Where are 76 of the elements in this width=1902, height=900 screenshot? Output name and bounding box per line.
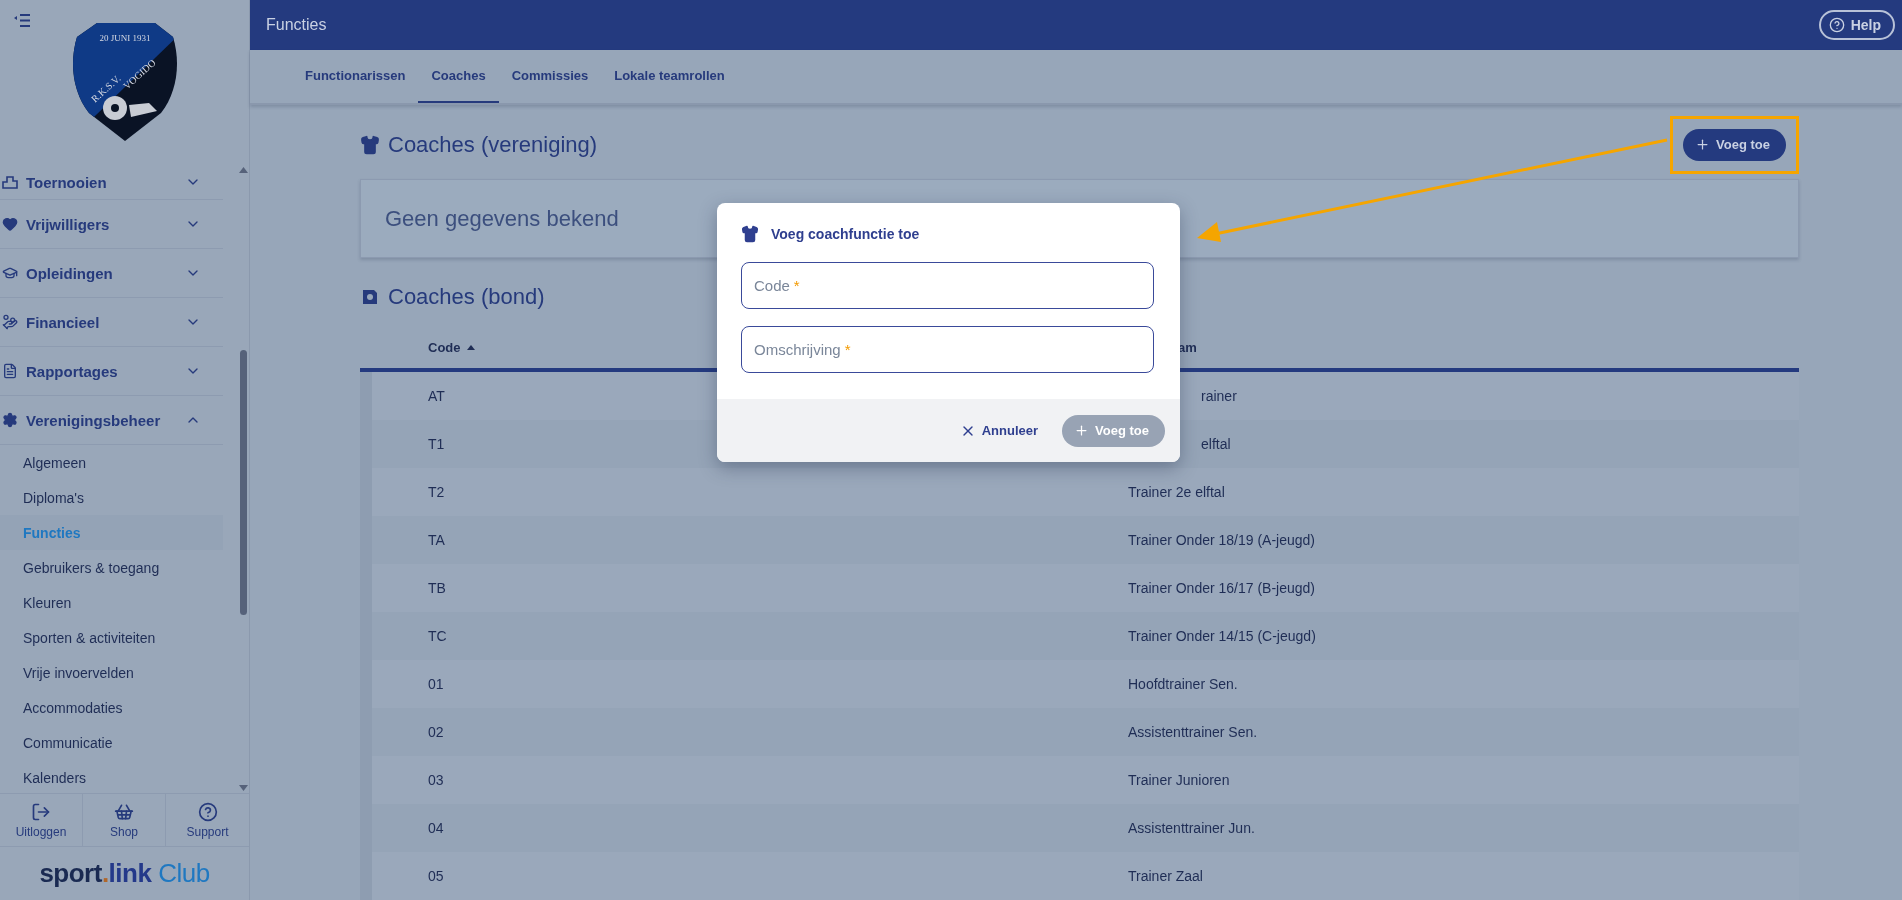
table-cell-text: 01 [427, 676, 445, 692]
menu-item[interactable]: Verenigingsbeheer [0, 396, 223, 445]
podium-icon [2, 175, 18, 189]
shirt-icon [360, 134, 380, 155]
tab[interactable]: Lokale teamrollen [601, 50, 738, 103]
table-cell-text: Assistenttrainer Jun. [1128, 820, 1256, 836]
scroll-down-icon[interactable] [238, 785, 248, 791]
table-cell-text: 05 [427, 868, 445, 884]
section-title: Coaches (bond) [388, 284, 545, 311]
section-title: Coaches (vereniging) [388, 131, 598, 158]
table-cell-text: 02 [427, 724, 445, 740]
shirt-icon [741, 225, 759, 243]
scroll-up-icon[interactable] [238, 167, 248, 173]
menu-item[interactable]: Toernooien [0, 165, 223, 200]
table-cell-text: T2 [427, 484, 446, 500]
table-cell-text: AT [427, 388, 446, 404]
input-field[interactable]: Omschrijving * [741, 326, 1154, 373]
submenu-item[interactable]: Gebruikers & toegang [0, 550, 223, 585]
collapse-menu-icon[interactable] [14, 14, 30, 27]
brand-logo: sport.link Club [39, 858, 210, 889]
graduation-cap-icon [2, 265, 18, 281]
dialog-title: Voeg coachfunctie toe [771, 226, 920, 242]
help-icon [1828, 17, 1845, 33]
table-cell-text: Trainer Onder 18/19 (A-jeugd) [1128, 532, 1317, 548]
table-cell-text: elftal [1200, 436, 1232, 452]
footer-button[interactable]: Uitloggen [0, 794, 83, 846]
submenu-item[interactable]: Vrije invoervelden [0, 655, 223, 690]
submenu-item[interactable]: Accommodaties [0, 690, 223, 725]
submenu-item[interactable]: Algemeen [0, 445, 223, 480]
add-button[interactable]: Voeg toe [1683, 128, 1786, 161]
help-icon [197, 801, 218, 822]
settings-icon [2, 412, 18, 428]
table-cell-text: TC [427, 628, 448, 644]
tab[interactable]: Coaches [418, 50, 499, 103]
table-cell-text: Trainer Junioren [1128, 772, 1231, 788]
table-cell-text: Hoofdtrainer Sen. [1128, 676, 1239, 692]
table-cell-text: Trainer Onder 14/15 (C-jeugd) [1128, 628, 1317, 644]
basket-icon [114, 801, 134, 822]
table-cell-text: T1 [427, 436, 446, 452]
empty-message: Geen gegevens bekend [385, 205, 619, 232]
table-cell-text: TA [427, 532, 446, 548]
table-cell-text: Trainer Zaal [1128, 868, 1204, 884]
input-field[interactable]: Code * [741, 262, 1154, 309]
menu-item[interactable]: Opleidingen [0, 249, 223, 298]
plus-icon [1074, 423, 1090, 438]
table-cell-text: TB [427, 580, 447, 596]
page-title: Functies [266, 16, 327, 34]
hand-coins-icon [2, 314, 18, 330]
submenu-item[interactable]: Kalenders [0, 760, 223, 793]
tab[interactable]: Functionarissen [292, 50, 419, 103]
submenu-item[interactable]: Kleuren [0, 585, 223, 620]
table-cell-text: Trainer Onder 16/17 (B-jeugd) [1128, 580, 1317, 596]
document-icon [2, 363, 18, 379]
plus-icon [1695, 137, 1711, 153]
scrollbar[interactable] [237, 165, 249, 793]
submenu-item[interactable]: Communicatie [0, 725, 223, 760]
scrollbar-thumb[interactable] [240, 350, 247, 615]
sort-ascending-icon[interactable] [466, 344, 475, 350]
menu-item[interactable]: Vrijwilligers [0, 200, 223, 249]
column-header[interactable]: Code [428, 339, 461, 355]
submenu-item[interactable]: Sporten & activiteiten [0, 620, 223, 655]
footer-button[interactable]: Support [166, 794, 249, 846]
tab[interactable]: Commissies [498, 50, 602, 103]
submenu-item[interactable]: Diploma's [0, 480, 223, 515]
table-cell-text: 03 [427, 772, 445, 788]
heart-icon [2, 216, 18, 232]
table-cell-text: 04 [427, 820, 445, 836]
table-cell-text: rainer [1200, 388, 1238, 404]
help-button[interactable]: Help [1818, 10, 1895, 40]
table-cell-text: Assistenttrainer Sen. [1128, 724, 1259, 740]
footer-button[interactable]: Shop [83, 794, 166, 846]
cancel-button[interactable]: Annuleer [953, 421, 1045, 440]
menu-item[interactable]: Financieel [0, 298, 223, 347]
table-cell-text: Trainer 2e elftal [1128, 484, 1226, 500]
menu-item[interactable]: Rapportages [0, 347, 223, 396]
logout-icon [31, 801, 51, 822]
